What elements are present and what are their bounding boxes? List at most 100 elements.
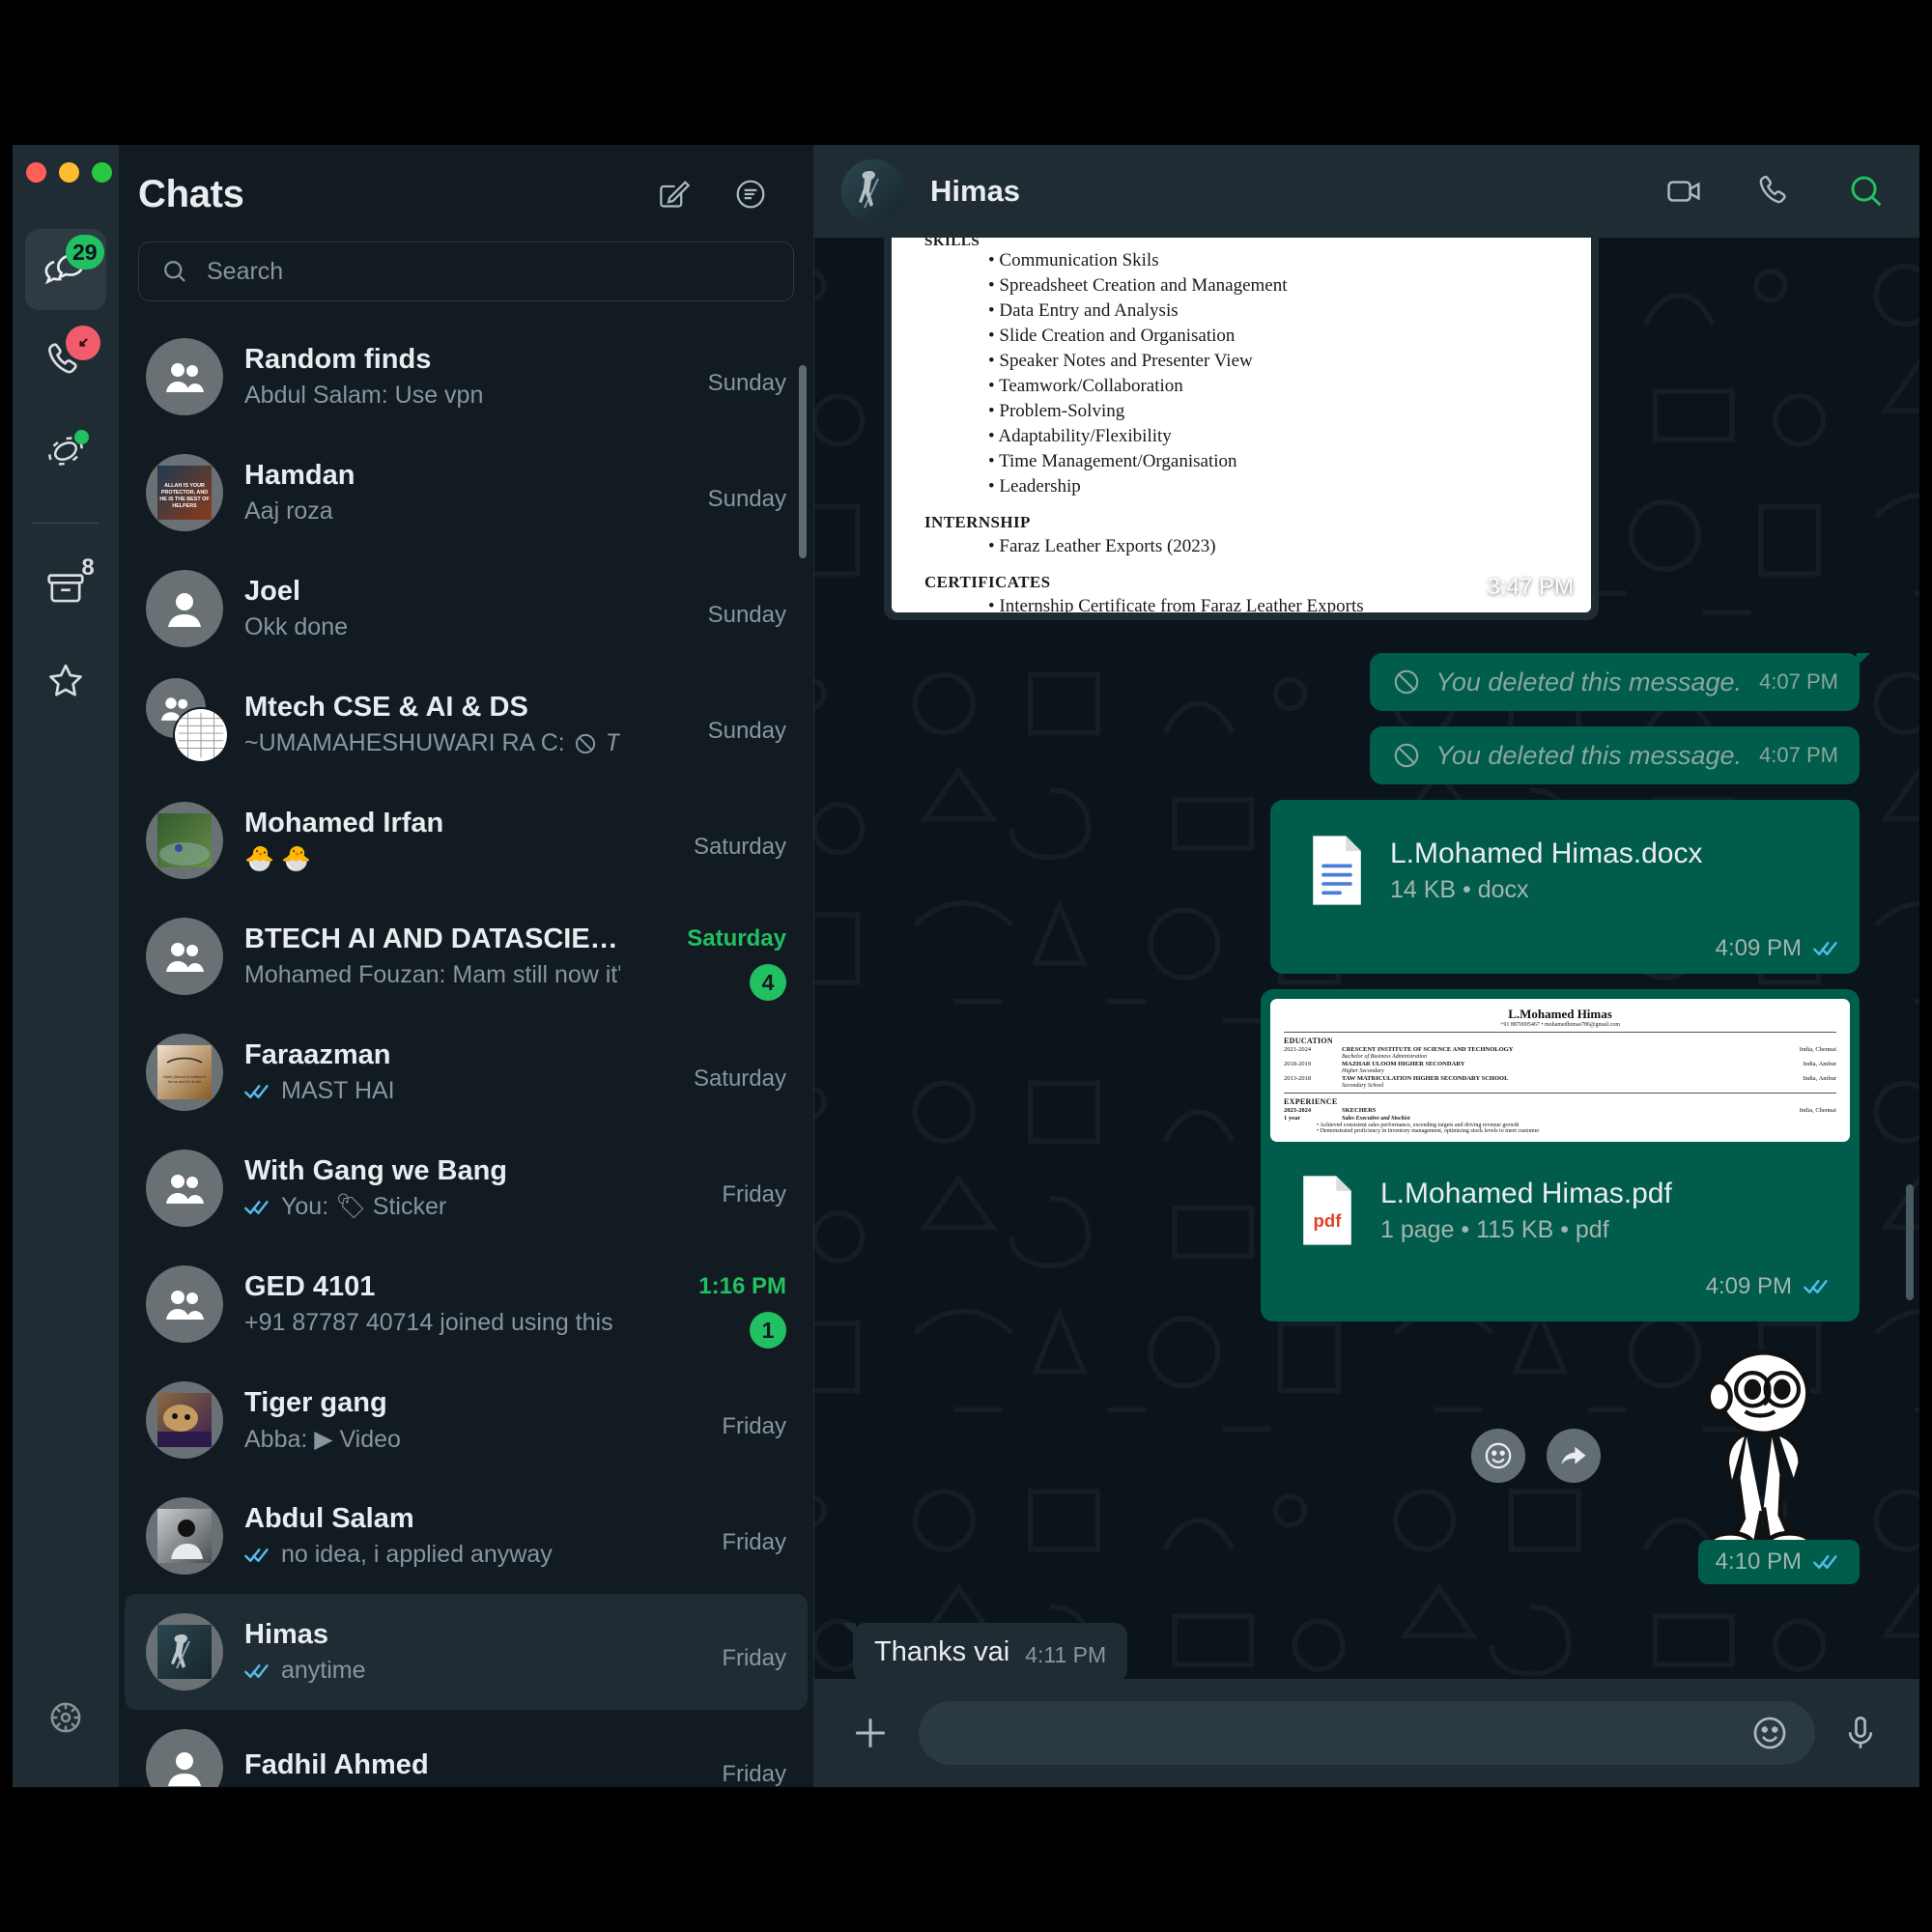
chat-item-name: BTECH AI AND DATASCIENCE <box>244 923 620 955</box>
chat-item-meta: Friday <box>641 1710 786 1787</box>
chat-item-name: Mohamed Irfan <box>244 808 444 839</box>
deleted-message-text: You deleted this message. <box>1435 667 1743 696</box>
document-list-item: Spreadsheet Creation and Management <box>988 275 1558 297</box>
react-button[interactable] <box>1471 1429 1525 1483</box>
chat-list-item[interactable]: Mohamed Irfan 🐣 🐣 Saturday <box>125 782 808 898</box>
search-icon[interactable] <box>1846 171 1887 212</box>
forward-button[interactable] <box>1547 1429 1601 1483</box>
star-icon <box>49 664 82 696</box>
chat-list-item[interactable]: ALLAH IS YOUR PROTECTOR, AND HE IS THE BES… <box>125 435 808 551</box>
pdf-thumb-experience-list: 2023-2024 Skechers India, Chennai 1 year Sal… <box>1284 1107 1836 1122</box>
chat-item-preview: ~UMAMAHESHUWARI RA C: This messag... <box>244 729 620 757</box>
document-skills-list: Communication Skils Spreadsheet Creation … <box>924 250 1558 497</box>
chat-item-text: Random finds Abdul Salam: Use vpn <box>244 344 620 410</box>
document-list-item: Communication Skils <box>988 250 1558 271</box>
chat-item-name: Fadhil Ahmed <box>244 1748 429 1780</box>
chat-item-name: Joel <box>244 576 301 608</box>
file-card[interactable]: L.Mohamed Himas.docx 14 KB • docx <box>1282 811 1848 929</box>
chat-item-name: Abdul Salam <box>244 1503 414 1535</box>
contact-avatar-image <box>841 159 905 223</box>
chat-item-preview: You: 🏷 Sticker <box>244 1193 620 1221</box>
chat-item-meta: Friday <box>641 1594 786 1710</box>
conversation-header[interactable]: Himas <box>814 145 1919 238</box>
chat-item-name: GED 4101 <box>244 1271 376 1303</box>
nav-item-status[interactable] <box>25 411 106 492</box>
pdf-experience-row: 2023-2024 Skechers India, Chennai <box>1284 1107 1836 1114</box>
chat-item-text: Tiger gang Abba: ▶ Video <box>244 1387 620 1454</box>
nav-item-starred[interactable] <box>25 639 106 721</box>
chat-item-preview: MAST HAI <box>244 1077 620 1105</box>
image-message-bubble[interactable]: Skills Communication Skils Spreadsheet Cr… <box>884 238 1599 620</box>
nav-item-archived[interactable]: 8 <box>25 549 106 630</box>
svg-text:HELPERS: HELPERS <box>172 503 197 509</box>
docx-file-icon <box>1313 836 1361 905</box>
video-camera-icon[interactable] <box>1664 171 1705 212</box>
chat-list-item[interactable]: Allah (Alone) is sufficient for us and He… <box>125 1014 808 1130</box>
whatsapp-window: 29 8 Chats Search Random finds Abdul Sal… <box>13 145 1919 1787</box>
status-unseen-dot <box>74 430 89 444</box>
avatar[interactable] <box>841 159 905 223</box>
chat-list-item[interactable]: Fadhil Ahmed Friday <box>125 1710 808 1787</box>
chat-item-meta: Sunday <box>641 551 786 667</box>
close-window-button[interactable] <box>26 162 46 183</box>
emoji-smile-icon[interactable] <box>1749 1713 1790 1753</box>
microphone-icon[interactable] <box>1840 1713 1881 1753</box>
chat-item-text: Joel Okk done <box>244 576 620 641</box>
chat-item-time: Friday <box>722 1181 786 1208</box>
document-list-item: Speaker Notes and Presenter View <box>988 351 1558 372</box>
message-list[interactable]: Skills Communication Skils Spreadsheet Cr… <box>814 238 1919 1679</box>
image-message-time: 3:47 PM <box>1487 574 1574 600</box>
nav-item-settings[interactable] <box>25 1677 106 1758</box>
avatar <box>146 1265 223 1344</box>
read-receipt-icon <box>244 1546 273 1565</box>
nav-item-chats[interactable]: 29 <box>25 229 106 310</box>
message-row: You deleted this message. 4:07 PM <box>853 726 1860 784</box>
text-message-content: Thanks vai 4:11 PM <box>853 1623 1127 1679</box>
document-list-item: Data Entry and Analysis <box>988 300 1558 322</box>
pdf-thumbnail: L.Mohamed Himas +91 8870005467 • mohamed… <box>1270 999 1850 1142</box>
pdf-thumb-divider <box>1284 1032 1836 1033</box>
blocked-icon <box>575 733 595 753</box>
pdf-bullet-item: • Demonstrated proficiency in inventory … <box>1317 1128 1540 1134</box>
nav-item-calls[interactable] <box>25 320 106 401</box>
chat-list-item[interactable]: Random finds Abdul Salam: Use vpn Sunday <box>125 319 808 435</box>
chat-list-item[interactable]: Himas anytime Friday <box>125 1594 808 1711</box>
chat-item-preview: no idea, i applied anyway <box>244 1541 620 1569</box>
chat-list-item[interactable]: Abdul Salam no idea, i applied anyway Frid… <box>125 1478 808 1594</box>
chat-item-time: Saturday <box>693 1065 786 1093</box>
file-name: L.Mohamed Himas.pdf <box>1380 1177 1672 1209</box>
chat-list-item[interactable]: Tiger gang Abba: ▶ Video Friday <box>125 1362 808 1478</box>
pdf-message-bubble[interactable]: L.Mohamed Himas +91 8870005467 • mohamed… <box>1261 989 1860 1321</box>
text-message-bubble[interactable]: Thanks vai 4:11 PM <box>842 1623 1128 1679</box>
conversation-scrollbar[interactable] <box>1906 1184 1914 1300</box>
chat-item-name: With Gang we Bang <box>244 1155 508 1187</box>
read-receipt-icon <box>1813 1552 1842 1572</box>
chat-item-preview: anytime <box>244 1657 620 1685</box>
compose-icon[interactable] <box>655 176 692 213</box>
message-input[interactable] <box>919 1701 1815 1765</box>
chat-item-text: Hamdan Aaj roza <box>244 460 620 526</box>
filter-icon[interactable] <box>732 176 769 213</box>
sticker-message[interactable]: 4:10 PM <box>1471 1345 1860 1584</box>
minimize-window-button[interactable] <box>59 162 79 183</box>
chat-item-name: Faraazman <box>244 1039 391 1071</box>
maximize-window-button[interactable] <box>92 162 112 183</box>
deleted-message-bubble[interactable]: You deleted this message. 4:07 PM <box>1370 653 1870 711</box>
message-time: 4:07 PM <box>1759 669 1838 694</box>
chat-list-item[interactable]: GED 4101 +91 87787 40714 joined using thi… <box>125 1246 808 1362</box>
file-card[interactable]: pdf L.Mohamed Himas.pdf 1 page • 115 KB … <box>1272 1151 1848 1269</box>
chat-list-item[interactable]: BTECH AI AND DATASCIENCE Mohamed Fouzan: … <box>125 898 808 1014</box>
pdf-thumb-contact: +91 8870005467 • mohamedhimas786@gmail.c… <box>1500 1022 1620 1028</box>
document-message-bubble[interactable]: L.Mohamed Himas.docx 14 KB • docx 4:09 P… <box>1270 800 1860 974</box>
chat-list-item[interactable]: With Gang we Bang You: 🏷 Sticker Friday <box>125 1130 808 1246</box>
phone-icon[interactable] <box>1755 171 1796 212</box>
chat-list-item[interactable]: Joel Okk done Sunday <box>125 551 808 667</box>
chat-item-time: Friday <box>722 1529 786 1556</box>
cartoon-character-sticker[interactable] <box>1657 1345 1860 1567</box>
chat-list-scroll[interactable]: Random finds Abdul Salam: Use vpn Sunday AL… <box>119 319 813 1787</box>
chat-list-item[interactable]: Mtech CSE & AI & DS ~UMAMAHESHUWARI RA C:… <box>125 667 808 782</box>
search-input[interactable]: Search <box>138 242 794 302</box>
read-receipt-icon <box>244 1662 273 1681</box>
deleted-message-bubble[interactable]: You deleted this message. 4:07 PM <box>1370 726 1860 784</box>
plus-icon[interactable] <box>847 1710 894 1756</box>
